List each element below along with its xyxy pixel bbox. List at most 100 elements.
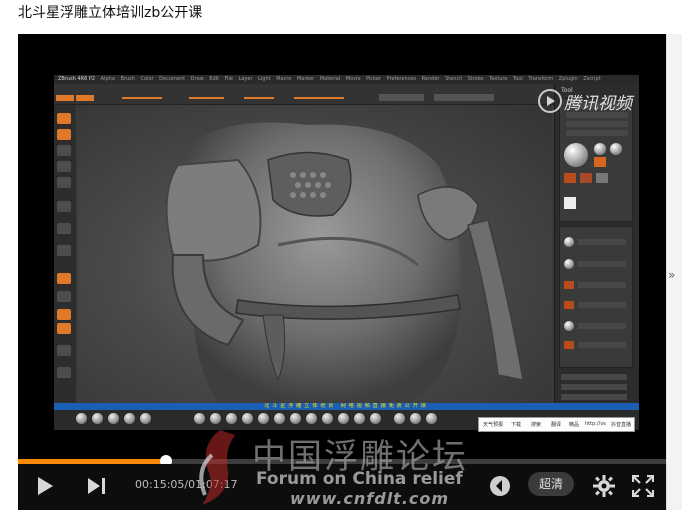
zbrush-menu-item: Tool: [513, 76, 523, 82]
subtool-row: [578, 239, 626, 245]
tencent-play-icon: [538, 89, 562, 113]
brush-icon: [76, 413, 87, 424]
zbrush-menubar: ZBrush 4R6 P2 Alpha Brush Color Document…: [54, 75, 639, 84]
ime-item: 精品: [569, 422, 580, 428]
ime-item: 翻译: [551, 422, 562, 428]
subtool-block: [559, 226, 633, 368]
subtool-row: [578, 261, 626, 267]
subtool-thumbnail: [564, 259, 574, 269]
side-panel-toggle[interactable]: »: [668, 268, 675, 282]
zbrush-draw-button: [76, 95, 94, 101]
brush-icon: [258, 413, 269, 424]
zbrush-edit-button: [56, 95, 74, 101]
shelf-button: [57, 273, 71, 284]
brush-icon: [306, 413, 317, 424]
zbrush-menu-item: File: [224, 76, 233, 82]
zbrush-menu-item: Layer: [238, 76, 253, 82]
zbrush-menu-item: Stencil: [445, 76, 462, 82]
zbrush-menu-item: Stroke: [467, 76, 484, 82]
zbrush-menu-item: Light: [258, 76, 271, 82]
zbrush-menu-item: Picker: [366, 76, 382, 82]
shelf-button: [57, 309, 71, 320]
zbrush-menu-item: Draw: [190, 76, 204, 82]
brush-icon: [290, 413, 301, 424]
zbrush-menu-item: Zscript: [583, 76, 601, 82]
brush-icon: [274, 413, 285, 424]
brush-icon: [210, 413, 221, 424]
quality-button[interactable]: 超清: [528, 472, 574, 496]
shelf-button: [57, 223, 71, 234]
subtool-row: [578, 302, 626, 308]
shelf-button: [57, 113, 71, 124]
brush-icon: [426, 413, 437, 424]
shelf-button: [57, 245, 71, 256]
ime-item: http://vs: [585, 421, 606, 427]
zbrush-menu-item: Movie: [345, 76, 361, 82]
brush-icon: [194, 413, 205, 424]
panel-row: [561, 394, 627, 400]
tool-thumbnail: [564, 173, 576, 183]
zbrush-menu-item: Preferences: [386, 76, 417, 82]
zbrush-slider: [122, 97, 162, 99]
tool-thumbnail: [564, 197, 576, 209]
sculpt-canvas: [78, 105, 552, 403]
zbrush-menu-item: Zplugin: [558, 76, 578, 82]
brush-icon: [370, 413, 381, 424]
shelf-button: [57, 161, 71, 172]
zbrush-menu-item: Alpha: [100, 76, 115, 82]
subtool-thumbnail: [564, 281, 574, 289]
brush-icon: [124, 413, 135, 424]
zbrush-menu-item: Texture: [489, 76, 508, 82]
tool-row: [566, 130, 628, 136]
settings-icon[interactable]: [593, 475, 615, 497]
tool-palette-block: [559, 98, 633, 222]
zbrush-version: ZBrush 4R6 P2: [58, 76, 96, 82]
course-banner: 北斗星浮雕立体培训 网络视频直播免费公开课: [54, 403, 639, 410]
brush-icon: [394, 413, 405, 424]
tool-thumbnail: [610, 143, 622, 155]
subtool-row: [578, 282, 626, 288]
tool-thumbnail: [594, 143, 606, 155]
brush-icon: [354, 413, 365, 424]
brush-icon: [338, 413, 349, 424]
shelf-button: [57, 367, 71, 378]
video-frame[interactable]: ZBrush 4R6 P2 Alpha Brush Color Document…: [54, 75, 639, 430]
brush-icon: [226, 413, 237, 424]
play-icon[interactable]: [36, 476, 54, 496]
time-display: 00:15:05/01:07:17: [135, 478, 238, 491]
zbrush-menu-item: Transform: [528, 76, 554, 82]
brush-icon: [92, 413, 103, 424]
ime-item: 抖音直播: [611, 422, 632, 428]
tool-thumbnail: [594, 157, 606, 167]
shelf-button: [57, 345, 71, 356]
zbrush-field: [379, 94, 424, 101]
fullscreen-icon[interactable]: [632, 475, 654, 497]
zbrush-menu-item: Marker: [296, 76, 315, 82]
tencent-brand-text: 腾讯视频: [564, 94, 632, 114]
brush-icon: [140, 413, 151, 424]
zbrush-slider: [244, 97, 274, 99]
brush-icon: [242, 413, 253, 424]
subtool-row: [578, 323, 626, 329]
sculpture-figure: [165, 122, 524, 403]
course-banner-text: 北斗星浮雕立体培训 网络视频直播免费公开课: [264, 403, 429, 409]
zbrush-menu-item: Macro: [276, 76, 292, 82]
subtool-thumbnail: [564, 341, 574, 349]
shelf-button: [57, 291, 71, 302]
volume-icon[interactable]: [489, 475, 511, 497]
zbrush-left-shelf: [54, 105, 76, 405]
subtool-thumbnail: [564, 301, 574, 309]
shelf-button: [57, 177, 71, 188]
zbrush-menu-item: Edit: [209, 76, 220, 82]
ime-item: 搜索: [531, 422, 542, 428]
subtool-thumbnail: [564, 237, 574, 247]
shelf-button: [57, 129, 71, 140]
tool-thumbnail: [580, 173, 592, 183]
ime-toolbar: 天气预报 下载 搜索 翻译 精品 http://vs 抖音直播: [478, 417, 635, 432]
brush-icon: [108, 413, 119, 424]
next-icon[interactable]: [87, 477, 107, 495]
zbrush-menu-item: Document: [159, 76, 186, 82]
tool-row: [566, 121, 628, 127]
tencent-video-watermark: 腾讯视频: [538, 86, 648, 116]
player-control-bar: 00:15:05/01:07:17 超清: [18, 464, 666, 510]
